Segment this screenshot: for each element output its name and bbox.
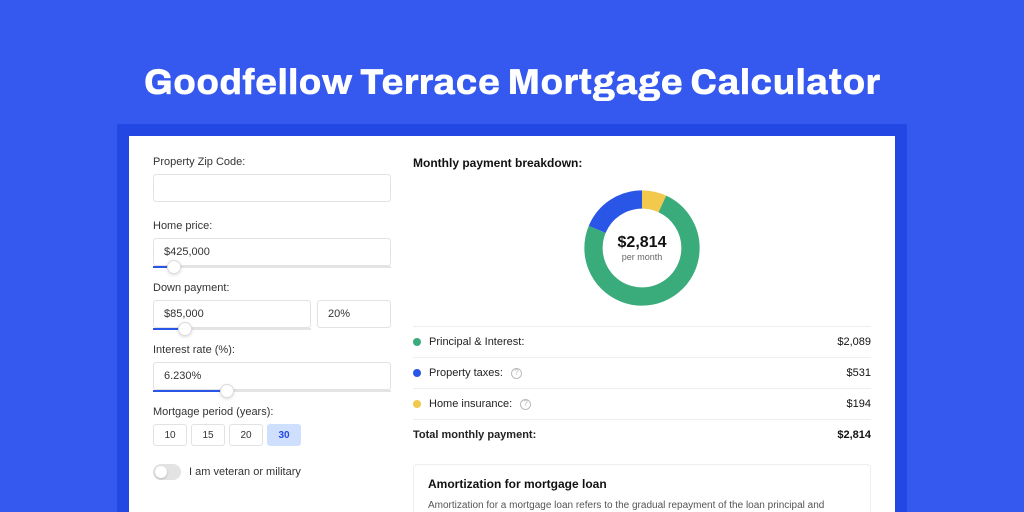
interest-rate-slider-fill <box>153 390 227 392</box>
home-price-input[interactable] <box>153 238 391 266</box>
legend-label: Property taxes: <box>429 367 503 379</box>
donut-amount: $2,814 <box>618 234 667 252</box>
period-options: 10152030 <box>153 424 391 446</box>
info-icon[interactable]: ? <box>511 368 522 379</box>
legend-row: Home insurance:? $194 <box>413 389 871 419</box>
period-group: Mortgage period (years): 10152030 <box>153 406 391 446</box>
outer-panel: Property Zip Code: Home price: Down paym… <box>117 124 907 512</box>
breakdown-title: Monthly payment breakdown: <box>413 156 871 170</box>
down-payment-pct-input[interactable] <box>317 300 391 328</box>
info-icon[interactable]: ? <box>520 399 531 410</box>
veteran-toggle-knob <box>155 466 167 478</box>
veteran-label: I am veteran or military <box>189 466 301 478</box>
donut-sub: per month <box>622 252 663 262</box>
down-payment-input[interactable] <box>153 300 311 328</box>
form-column: Property Zip Code: Home price: Down paym… <box>153 156 391 512</box>
legend-value: $2,089 <box>837 336 871 348</box>
legend-value: $531 <box>847 367 871 379</box>
legend-dot <box>413 369 421 377</box>
zip-label: Property Zip Code: <box>153 156 391 168</box>
period-label: Mortgage period (years): <box>153 406 391 418</box>
period-option-10[interactable]: 10 <box>153 424 187 446</box>
legend-value: $194 <box>847 398 871 410</box>
veteran-toggle[interactable] <box>153 464 181 480</box>
donut-chart: $2,814 per month <box>578 184 706 312</box>
legend-label: Home insurance: <box>429 398 512 410</box>
legend-label: Principal & Interest: <box>429 336 524 348</box>
legend-total-value: $2,814 <box>837 429 871 441</box>
period-option-15[interactable]: 15 <box>191 424 225 446</box>
donut-center: $2,814 per month <box>578 184 706 312</box>
legend-row: Property taxes:? $531 <box>413 358 871 388</box>
period-option-30[interactable]: 30 <box>267 424 301 446</box>
legend-dot <box>413 338 421 346</box>
home-price-label: Home price: <box>153 220 391 232</box>
amortization-text: Amortization for a mortgage loan refers … <box>428 499 856 512</box>
zip-group: Property Zip Code: <box>153 156 391 202</box>
legend: Principal & Interest: $2,089 Property taxe… <box>413 326 871 450</box>
down-payment-slider-thumb[interactable] <box>178 322 192 336</box>
interest-rate-label: Interest rate (%): <box>153 344 391 356</box>
period-option-20[interactable]: 20 <box>229 424 263 446</box>
donut-wrap: $2,814 per month <box>413 184 871 312</box>
interest-rate-slider[interactable] <box>153 390 391 392</box>
down-payment-label: Down payment: <box>153 282 391 294</box>
interest-rate-group: Interest rate (%): <box>153 344 391 392</box>
home-price-slider-thumb[interactable] <box>167 260 181 274</box>
down-payment-slider[interactable] <box>153 328 311 330</box>
interest-rate-slider-thumb[interactable] <box>220 384 234 398</box>
calculator-card: Property Zip Code: Home price: Down paym… <box>129 136 895 512</box>
legend-total-label: Total monthly payment: <box>413 429 536 441</box>
home-price-slider[interactable] <box>153 266 391 268</box>
legend-row: Principal & Interest: $2,089 <box>413 327 871 357</box>
home-price-group: Home price: <box>153 220 391 268</box>
legend-dot <box>413 400 421 408</box>
breakdown-column: Monthly payment breakdown: $2,814 per mo… <box>413 156 871 512</box>
veteran-row: I am veteran or military <box>153 464 391 480</box>
interest-rate-input[interactable] <box>153 362 391 390</box>
page-title: Goodfellow Terrace Mortgage Calculator <box>0 0 1024 124</box>
legend-total-row: Total monthly payment: $2,814 <box>413 420 871 450</box>
amortization-title: Amortization for mortgage loan <box>428 477 856 491</box>
down-payment-group: Down payment: <box>153 282 391 330</box>
zip-input[interactable] <box>153 174 391 202</box>
amortization-box: Amortization for mortgage loan Amortizat… <box>413 464 871 512</box>
